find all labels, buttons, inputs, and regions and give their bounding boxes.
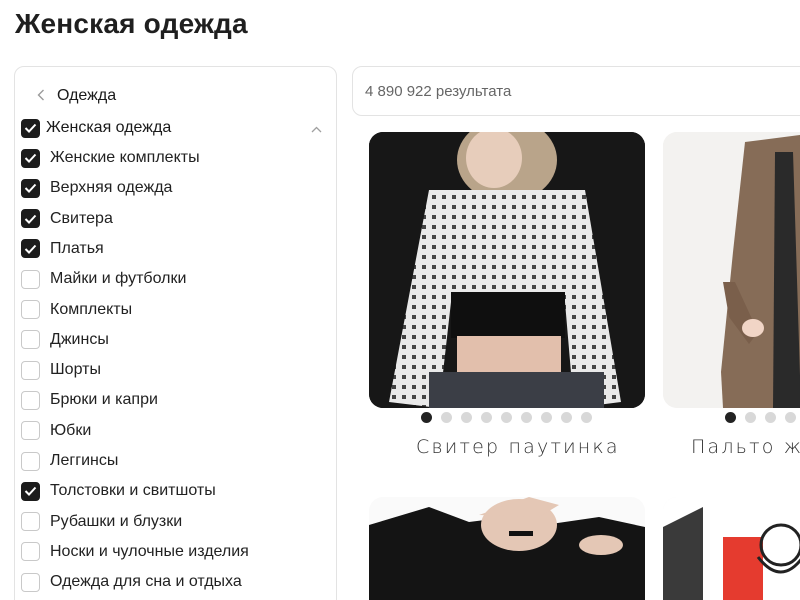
check-icon <box>24 184 37 194</box>
image-dots-coat <box>725 412 796 423</box>
results-count-bar: 4 890 922 результата <box>352 66 800 116</box>
filter-checkbox[interactable] <box>21 330 40 350</box>
filter-checkbox[interactable] <box>21 148 40 168</box>
filter-option-label: Брюки и капри <box>50 391 158 409</box>
filter-option[interactable]: Толстовки и свитшоты <box>21 480 216 502</box>
filter-option[interactable]: Платья <box>21 238 104 260</box>
filter-checkbox[interactable] <box>21 209 40 229</box>
image-dot[interactable] <box>481 412 492 423</box>
category-checkbox[interactable] <box>21 118 40 138</box>
filter-option-label: Джинсы <box>50 330 109 348</box>
check-icon <box>24 487 37 497</box>
filter-option[interactable]: Свитера <box>21 208 113 230</box>
category-label: Женская одежда <box>46 119 172 136</box>
filter-option-label: Женские комплекты <box>50 149 200 166</box>
filter-checkbox[interactable] <box>21 542 40 562</box>
image-dot[interactable] <box>541 412 552 423</box>
chevron-left-icon <box>37 88 47 104</box>
category-women-clothing[interactable]: Женская одежда <box>21 117 331 139</box>
filter-option[interactable]: Брюки и капри <box>21 389 158 411</box>
filter-checkbox[interactable] <box>21 178 40 198</box>
filter-option[interactable]: Леггинсы <box>21 450 118 472</box>
image-dot[interactable] <box>421 412 432 423</box>
check-icon <box>24 153 37 163</box>
image-dot[interactable] <box>441 412 452 423</box>
filter-checkbox[interactable] <box>21 390 40 410</box>
filter-option-label: Носки и чулочные изделия <box>50 542 249 560</box>
filter-option[interactable]: Одежда для сна и отдыха <box>21 571 242 593</box>
filter-option-label: Платья <box>50 239 104 257</box>
product-image-print-tee[interactable] <box>663 497 800 600</box>
filter-option[interactable]: Женские комплекты <box>21 147 200 169</box>
image-dots-sweater <box>421 412 592 423</box>
image-dot[interactable] <box>561 412 572 423</box>
image-dot[interactable] <box>521 412 532 423</box>
filter-option-label: Юбки <box>50 421 92 439</box>
filter-option-label: Майки и футболки <box>50 270 187 288</box>
image-dot[interactable] <box>765 412 776 423</box>
product-title[interactable]: Свитер паутинка <box>416 436 620 458</box>
back-to-category-link[interactable]: Одежда <box>37 87 116 105</box>
filter-checkbox[interactable] <box>21 239 40 259</box>
image-dot[interactable] <box>501 412 512 423</box>
filter-checkbox[interactable] <box>21 421 40 441</box>
filter-option-label: Верхняя одежда <box>50 179 173 197</box>
filter-option-label: Рубашки и блузки <box>50 512 183 530</box>
filter-option-label: Одежда для сна и отдыха <box>50 573 242 591</box>
results-count: 4 890 922 результата <box>365 83 512 100</box>
product-image-sweater[interactable] <box>369 132 645 408</box>
back-label: Одежда <box>57 87 117 104</box>
filter-option-label: Толстовки и свитшоты <box>50 482 216 500</box>
filter-option[interactable]: Шорты <box>21 359 101 381</box>
filter-option-label: Шорты <box>50 361 101 379</box>
chevron-up-icon[interactable] <box>311 120 322 133</box>
filter-option[interactable]: Комплекты <box>21 299 132 321</box>
product-image-coat[interactable] <box>663 132 800 408</box>
image-dot[interactable] <box>461 412 472 423</box>
image-dot[interactable] <box>745 412 756 423</box>
image-dot[interactable] <box>581 412 592 423</box>
filter-checkbox[interactable] <box>21 481 40 501</box>
filter-option-label: Свитера <box>50 209 113 227</box>
filter-checkbox[interactable] <box>21 360 40 380</box>
filter-option-label: Леггинсы <box>50 452 119 469</box>
filter-option-label: Комплекты <box>50 300 133 318</box>
check-icon <box>24 123 37 133</box>
filter-option[interactable]: Рубашки и блузки <box>21 511 182 533</box>
filter-checkbox[interactable] <box>21 269 40 289</box>
filter-option[interactable]: Носки и чулочные изделия <box>21 541 249 563</box>
filter-option[interactable]: Майки и футболки <box>21 268 186 290</box>
check-icon <box>24 244 37 254</box>
product-image-black-top[interactable] <box>369 497 645 600</box>
product-title[interactable]: Пальто же <box>691 436 800 458</box>
image-dot[interactable] <box>785 412 796 423</box>
filter-checkbox[interactable] <box>21 300 40 319</box>
image-dot[interactable] <box>725 412 736 423</box>
filter-option[interactable]: Юбки <box>21 420 91 442</box>
filter-option[interactable]: Джинсы <box>21 329 109 351</box>
filter-checkbox[interactable] <box>21 572 40 592</box>
filter-checkbox[interactable] <box>21 451 40 471</box>
filter-checkbox[interactable] <box>21 512 40 532</box>
page-title: Женская одежда <box>15 8 248 39</box>
check-icon <box>24 214 37 224</box>
filter-sidebar: Одежда Женская одежда Женские комплекты В… <box>14 66 337 600</box>
filter-option[interactable]: Верхняя одежда <box>21 177 172 199</box>
